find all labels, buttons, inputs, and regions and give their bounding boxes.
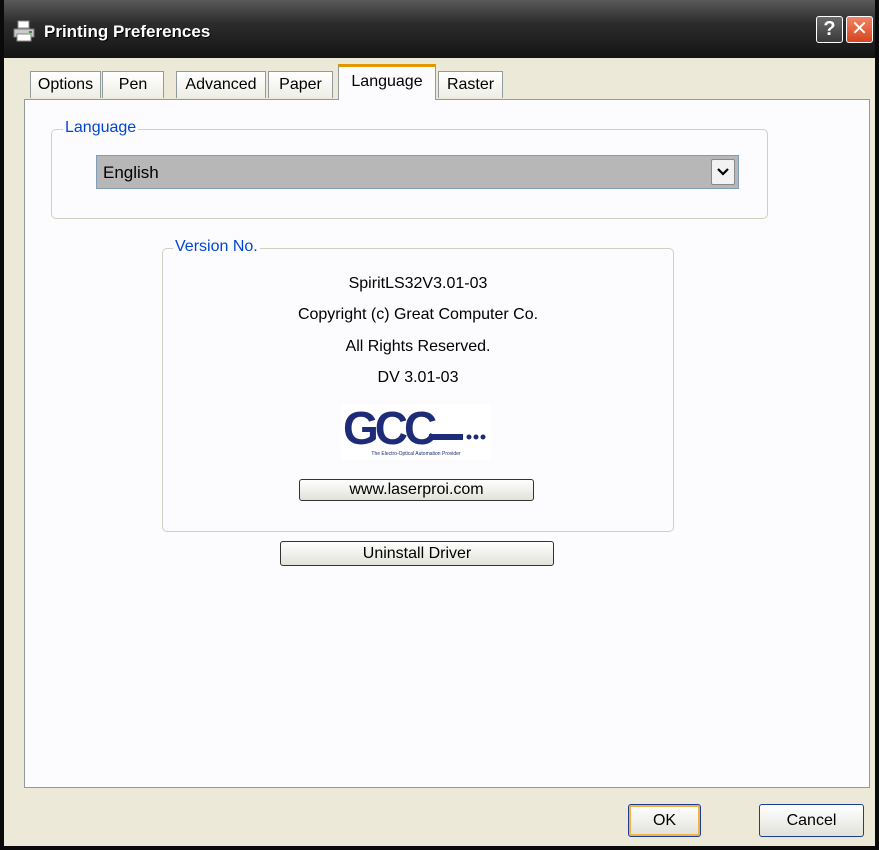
title-bar[interactable]: Printing Preferences ? ✕ <box>4 0 875 58</box>
tab-panel-language: Language English Version No. SpiritLS32V… <box>24 99 870 788</box>
version-product: SpiritLS32V3.01-03 <box>348 275 488 292</box>
language-select[interactable]: English <box>96 155 739 189</box>
close-button[interactable]: ✕ <box>846 16 873 43</box>
tab-language[interactable]: Language <box>338 64 436 100</box>
tab-paper[interactable]: Paper <box>268 71 333 98</box>
uninstall-driver-button[interactable]: Uninstall Driver <box>280 541 554 566</box>
tab-pen[interactable]: Pen <box>102 71 164 98</box>
help-button[interactable]: ? <box>816 16 843 43</box>
cancel-button[interactable]: Cancel <box>759 804 864 837</box>
version-group-label: Version No. <box>173 238 260 256</box>
tab-raster[interactable]: Raster <box>438 71 503 98</box>
logo-wordmark: GCC <box>343 404 436 452</box>
gcc-logo: GCC The Electro-Optical Automation Provi… <box>341 402 491 460</box>
language-select-value: English <box>103 163 159 182</box>
printing-preferences-window: Printing Preferences ? ✕ Options Pen Adv… <box>0 0 879 850</box>
version-copyright: Copyright (c) Great Computer Co. <box>297 306 539 323</box>
website-button[interactable]: www.laserproi.com <box>299 479 534 501</box>
logo-tagline: The Electro-Optical Automation Provider <box>371 451 461 457</box>
version-group: Version No. SpiritLS32V3.01-03 Copyright… <box>162 238 674 532</box>
version-rights: All Rights Reserved. <box>345 338 491 355</box>
tab-options[interactable]: Options <box>30 71 101 98</box>
window-title: Printing Preferences <box>44 22 211 41</box>
version-driver: DV 3.01-03 <box>377 369 459 386</box>
printer-icon <box>13 20 35 42</box>
language-group: Language English <box>51 119 768 219</box>
chevron-down-icon[interactable] <box>711 159 735 185</box>
tab-advanced[interactable]: Advanced <box>176 71 266 98</box>
ok-button[interactable]: OK <box>628 804 701 837</box>
language-group-label: Language <box>63 119 139 137</box>
